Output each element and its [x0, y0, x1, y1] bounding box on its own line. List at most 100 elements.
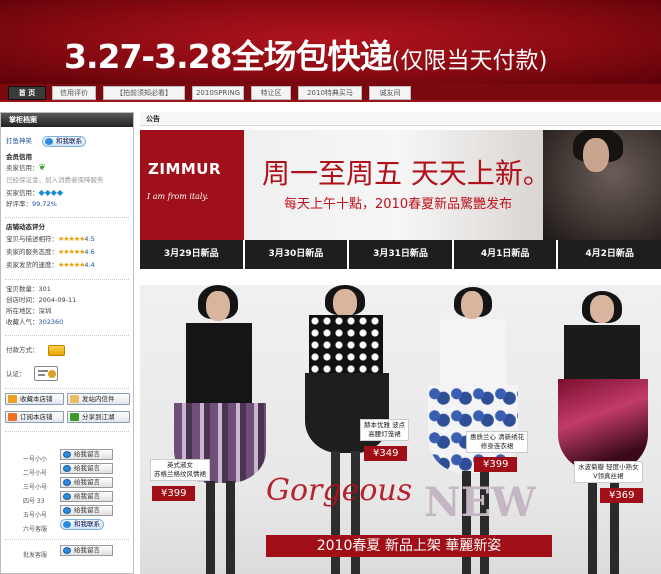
- star-icon: ★★★★★: [58, 261, 85, 269]
- promo-subline: 每天上午十點，2010春夏新品驚艷发布: [284, 197, 513, 212]
- tab-home[interactable]: 首 页: [8, 86, 46, 100]
- item-count-value: 301: [38, 285, 51, 293]
- product-caption[interactable]: 赫本优雅 波点 高腰灯笼裙: [360, 419, 410, 441]
- share-icon: [70, 413, 79, 421]
- favorite-shop-button[interactable]: 收藏本店铺: [5, 393, 64, 405]
- dsr-score: 4.4: [84, 261, 95, 269]
- seller-credit-row: 卖家信用：❦: [6, 164, 46, 173]
- envelope-icon: [70, 395, 79, 403]
- subscribe-shop-button[interactable]: 订阅本店铺: [5, 411, 64, 423]
- date-tab[interactable]: 4月1日新品: [453, 240, 559, 269]
- cs-label: 批发客服: [23, 552, 48, 559]
- date-tab[interactable]: 4月2日新品: [558, 240, 661, 269]
- wangwang-icon: [63, 547, 71, 554]
- wangwang-icon: [63, 493, 71, 500]
- collect-row: 收藏人气：302360: [6, 318, 63, 327]
- model-top: [186, 323, 252, 413]
- collect-label: 收藏人气：: [6, 318, 39, 326]
- divider: [5, 279, 129, 280]
- favorite-shop-label: 收藏本店铺: [20, 395, 53, 403]
- banner-title-text: 3.27-3.28全场包快递: [64, 37, 393, 76]
- price-tag[interactable]: ¥399: [152, 486, 196, 501]
- heart-icon: ❦: [38, 163, 47, 173]
- leave-message-button[interactable]: 给我留言: [60, 491, 113, 502]
- price-tag[interactable]: ¥369: [600, 488, 644, 503]
- send-mail-button[interactable]: 发站内信件: [67, 393, 130, 405]
- dsr-row: 宝贝与描述相符：★★★★★4.5: [6, 235, 95, 244]
- share-button[interactable]: 分享到江湖: [67, 411, 130, 423]
- promo-banner[interactable]: 3.27-3.28全场包快递(仅限当天付款): [0, 0, 661, 84]
- seller-name[interactable]: 打鱼神笑: [6, 137, 32, 145]
- price-tag[interactable]: ¥349: [364, 446, 408, 461]
- buyer-credit-row: 买家信用：◆◆◆◆: [6, 188, 63, 198]
- seller-credit-label: 卖家信用：: [6, 164, 39, 172]
- leave-message-button[interactable]: 给我留言: [60, 545, 113, 556]
- tab-spring[interactable]: 2010SPRING: [192, 86, 244, 100]
- season-slogan: 2010春夏 新品上架 華麗新姿: [266, 535, 552, 557]
- model-top: [309, 315, 383, 375]
- item-count-label: 宝贝数量：: [6, 285, 39, 293]
- announcement-header: 公告: [140, 112, 661, 126]
- model-top: [440, 319, 506, 389]
- tab-reviews[interactable]: 信用评价: [52, 86, 96, 100]
- new-wordmark: NEW: [424, 479, 536, 526]
- divider: [5, 539, 129, 540]
- wangwang-icon: [63, 507, 71, 514]
- star-icon: ★★★★★: [58, 248, 85, 256]
- banner-subtitle: (仅限当天付款): [391, 48, 548, 74]
- dsr-score: 4.5: [84, 235, 95, 243]
- date-tab[interactable]: 3月29日新品: [140, 240, 245, 269]
- tab-special[interactable]: 2010特典买马: [298, 86, 362, 100]
- leave-message-label: 给我留言: [74, 478, 100, 486]
- price-tag[interactable]: ¥399: [474, 457, 518, 472]
- model-leg: [226, 481, 235, 574]
- product-caption[interactable]: 英式淑女 苏格兰格纹风情裙: [150, 459, 210, 481]
- leave-message-label: 给我留言: [74, 464, 100, 472]
- dsr-label: 宝贝与描述相符：: [6, 235, 58, 243]
- leave-message-button[interactable]: 给我留言: [60, 477, 113, 488]
- region-value: 深圳: [38, 307, 52, 315]
- tab-sale[interactable]: 特让区: [251, 86, 291, 100]
- cs-label: 五号小号: [23, 512, 48, 519]
- wangwang-button[interactable]: 和我联系: [42, 136, 86, 147]
- wangwang-label: 和我联系: [56, 137, 82, 145]
- consumer-protection[interactable]: 已经保证金，加入消费者保障服务: [6, 176, 104, 185]
- rss-icon: [8, 413, 17, 421]
- model-photo: [543, 130, 661, 240]
- product-caption[interactable]: 水波菊瓣 轻度小熟女 V领真丝裙: [574, 461, 643, 483]
- promo-headline: 周一至周五 天天上新。: [262, 157, 551, 190]
- tab-friends[interactable]: 诚友间: [369, 86, 411, 100]
- brand-tagline: I am from italy.: [147, 192, 209, 201]
- leave-message-button[interactable]: 给我留言: [60, 449, 113, 460]
- dsr-label: 卖家发货的速度：: [6, 261, 58, 269]
- region-row: 所在地区：深圳: [6, 307, 52, 316]
- leave-message-button[interactable]: 给我留言: [60, 505, 113, 516]
- wangwang-button[interactable]: 和我联系: [60, 519, 104, 530]
- new-arrivals-banner[interactable]: ZIMMUR I am from italy. 周一至周五 天天上新。 每天上午…: [140, 130, 661, 269]
- leave-message-label: 给我留言: [74, 492, 100, 500]
- models-banner[interactable]: 英式淑女 苏格兰格纹风情裙 ¥399 赫本优雅 波点 高腰灯笼裙 ¥349 惠质兰心…: [140, 285, 661, 574]
- leave-message-button[interactable]: 给我留言: [60, 463, 113, 474]
- caption-line: V领真丝裙: [593, 472, 624, 480]
- wangwang-icon: [63, 521, 71, 528]
- model-face: [461, 291, 483, 319]
- collect-value[interactable]: 302360: [39, 318, 64, 326]
- positive-rate-label: 好评率：: [6, 200, 32, 208]
- date-tabs: 3月29日新品 3月30日新品 3月31日新品 4月1日新品 4月2日新品: [140, 240, 661, 269]
- product-caption[interactable]: 惠质兰心 清新绣花 修身连衣裙: [466, 431, 529, 453]
- tab-notice[interactable]: 【拍前须知必看】: [103, 86, 185, 100]
- date-tab[interactable]: 3月30日新品: [244, 240, 350, 269]
- certificate-icon[interactable]: [34, 366, 58, 381]
- leave-message-label: 给我留言: [74, 506, 100, 514]
- date-tab[interactable]: 3月31日新品: [349, 240, 454, 269]
- caption-line: 水波菊瓣 轻度小熟女: [578, 463, 639, 471]
- pay-label: 付款方式：: [6, 346, 39, 354]
- dsr-row: 卖家发货的速度：★★★★★4.4: [6, 261, 95, 270]
- created-label: 创店时间：: [6, 296, 39, 304]
- model-leg: [610, 469, 619, 574]
- dsr-row: 卖家的服务态度：★★★★★4.6: [6, 248, 95, 257]
- item-count-row: 宝贝数量：301: [6, 285, 51, 294]
- pay-row: 付款方式：: [6, 346, 39, 355]
- leave-message-label: 给我留言: [74, 450, 100, 458]
- alipay-icon[interactable]: [48, 345, 65, 356]
